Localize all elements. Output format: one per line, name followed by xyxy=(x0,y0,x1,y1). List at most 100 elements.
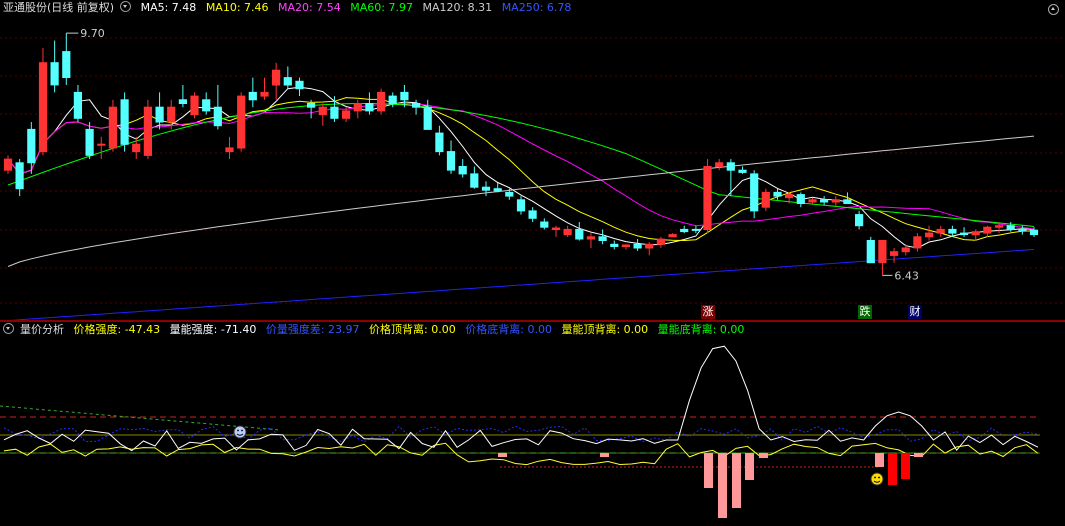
candlestick[interactable] xyxy=(481,181,491,197)
candlestick[interactable] xyxy=(598,229,607,245)
rise-marker[interactable]: 涨 xyxy=(701,305,715,319)
candlestick[interactable] xyxy=(435,125,444,156)
volume-bottom-divergence-label: 量能底背离: 0.00 xyxy=(657,323,745,336)
candlestick[interactable] xyxy=(831,196,840,208)
candlestick[interactable] xyxy=(890,247,899,263)
candlestick[interactable] xyxy=(645,242,654,256)
candlestick[interactable] xyxy=(855,210,864,230)
stock-title[interactable]: 亚通股份(日线 前复权) xyxy=(3,1,114,14)
candlestick[interactable] xyxy=(610,240,619,250)
histogram-bar xyxy=(718,453,727,518)
candlestick[interactable] xyxy=(318,103,327,126)
candlestick[interactable] xyxy=(575,222,584,241)
candlestick[interactable] xyxy=(470,166,479,189)
candlestick[interactable] xyxy=(843,192,852,205)
candlestick[interactable] xyxy=(668,233,677,238)
candlestick[interactable] xyxy=(866,236,875,264)
candlestick[interactable] xyxy=(516,196,526,215)
candlestick[interactable] xyxy=(62,33,71,85)
sad-face-icon[interactable] xyxy=(233,425,247,439)
histogram-bar xyxy=(914,453,923,457)
finance-marker[interactable]: 财 xyxy=(908,305,922,319)
candlestick[interactable] xyxy=(27,122,36,174)
candlestick[interactable] xyxy=(108,99,118,152)
smile-face-icon[interactable] xyxy=(870,472,884,486)
candlestick[interactable] xyxy=(528,207,537,223)
fall-marker[interactable]: 跌 xyxy=(858,305,872,319)
indicator-pane[interactable]: 量价分析 价格强度: -47.43 量能强度: -71.40 价量强度差: 23… xyxy=(0,322,1065,526)
candlestick[interactable] xyxy=(260,77,269,100)
candlestick[interactable] xyxy=(143,99,153,160)
candlestick[interactable] xyxy=(97,136,106,160)
candlestick[interactable] xyxy=(38,47,48,156)
candlestick[interactable] xyxy=(936,225,945,237)
candlestick[interactable] xyxy=(202,92,211,115)
candlestick[interactable] xyxy=(50,40,59,93)
candlestick[interactable] xyxy=(73,84,83,123)
candlestick[interactable] xyxy=(120,92,129,152)
candlestick[interactable] xyxy=(283,66,292,89)
candlestick[interactable] xyxy=(913,233,922,252)
price-chart-header: 亚通股份(日线 前复权) MA5: 7.48 MA10: 7.46 MA20: … xyxy=(0,0,577,16)
candlestick[interactable] xyxy=(423,99,432,130)
candlestick[interactable] xyxy=(680,225,689,234)
candlestick[interactable] xyxy=(715,159,724,171)
candlestick[interactable] xyxy=(540,218,549,230)
candlestick[interactable] xyxy=(925,225,934,241)
candlestick[interactable] xyxy=(621,244,630,250)
candlestick[interactable] xyxy=(726,159,735,197)
candlestick[interactable] xyxy=(248,77,257,108)
candlestick[interactable] xyxy=(190,92,199,119)
indicator-name[interactable]: 量价分析 xyxy=(20,323,64,336)
histogram-bar xyxy=(759,453,768,458)
candlestick[interactable] xyxy=(878,240,887,276)
candlestick[interactable] xyxy=(365,92,374,115)
chart-menu-icon[interactable] xyxy=(120,1,132,12)
indicator-header: 量价分析 价格强度: -47.43 量能强度: -71.40 价量强度差: 23… xyxy=(0,322,750,338)
candlestick[interactable] xyxy=(959,227,969,237)
candlestick[interactable] xyxy=(820,196,829,205)
candlestick[interactable] xyxy=(808,197,817,204)
candlestick[interactable] xyxy=(983,225,992,237)
candlestick[interactable] xyxy=(458,159,467,178)
candlestick[interactable] xyxy=(750,170,759,219)
candlestick[interactable] xyxy=(295,77,304,97)
candlestick[interactable] xyxy=(656,236,665,248)
candlestick[interactable] xyxy=(446,140,456,174)
candlestick[interactable] xyxy=(703,159,712,234)
candlestick[interactable] xyxy=(155,92,164,130)
candlestick[interactable] xyxy=(586,233,595,248)
candlestick[interactable] xyxy=(738,166,747,174)
histogram-bar xyxy=(704,453,713,488)
candlestick[interactable] xyxy=(237,92,246,152)
candlestick[interactable] xyxy=(493,182,502,193)
ma10-label: MA10: 7.46 xyxy=(205,1,269,14)
candlestick[interactable] xyxy=(796,192,805,208)
candlestick[interactable] xyxy=(213,84,222,130)
price-strength-label: 价格强度: -47.43 xyxy=(73,323,161,336)
indicator-menu-icon[interactable] xyxy=(3,323,14,334)
strength-diff-label: 价量强度差: 23.97 xyxy=(265,323,360,336)
candlestick[interactable] xyxy=(15,159,24,197)
candlestick[interactable] xyxy=(551,225,561,237)
candlestick[interactable] xyxy=(353,99,362,119)
candlestick[interactable] xyxy=(85,122,94,160)
candlestick[interactable] xyxy=(272,62,281,100)
ma120-label: MA120: 8.31 xyxy=(422,1,493,14)
candlestick[interactable] xyxy=(377,88,386,115)
candlestick[interactable] xyxy=(761,188,770,211)
candlestick[interactable] xyxy=(178,84,188,108)
ma250-label: MA250: 6.78 xyxy=(501,1,572,14)
candlestick[interactable] xyxy=(563,225,572,237)
candlestick[interactable] xyxy=(225,136,234,160)
price-bottom-divergence-label: 价格底背离: 0.00 xyxy=(465,323,552,336)
candlestick[interactable] xyxy=(3,155,13,174)
price-chart[interactable]: 9.70 6.43 xyxy=(0,0,1065,320)
collapse-icon[interactable] xyxy=(1048,4,1059,15)
candlestick[interactable] xyxy=(330,96,339,123)
candlestick[interactable] xyxy=(971,229,980,241)
price-chart-pane[interactable]: 9.70 6.43 亚通股份(日线 前复权) MA5: 7.48 MA10: 7.… xyxy=(0,0,1065,320)
candlestick[interactable] xyxy=(412,99,421,115)
candlestick[interactable] xyxy=(633,239,642,251)
indicator-chart[interactable] xyxy=(0,322,1065,526)
